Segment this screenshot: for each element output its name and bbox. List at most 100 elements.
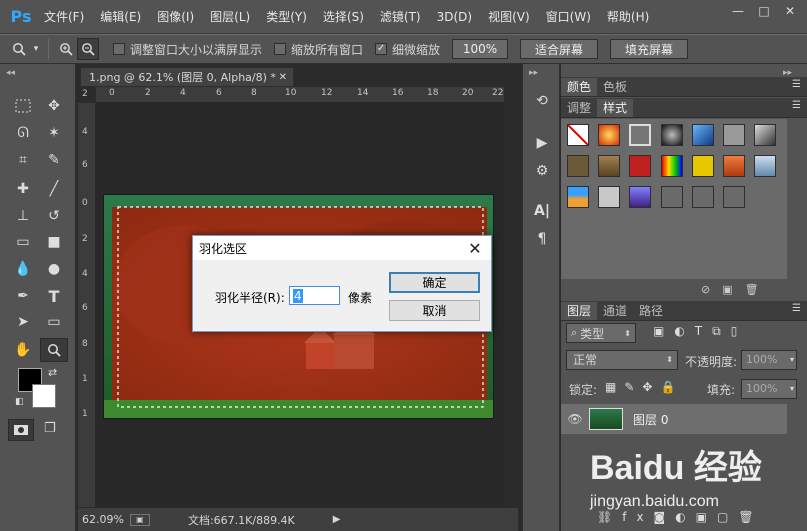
- paragraph-panel-icon[interactable]: ¶: [531, 228, 553, 250]
- menu-edit[interactable]: 编辑(E): [92, 0, 149, 34]
- layer-name[interactable]: 图层 0: [633, 411, 668, 428]
- status-menu-icon[interactable]: ▶: [333, 514, 341, 525]
- style-swatch[interactable]: [723, 155, 745, 177]
- close-icon[interactable]: ✕: [465, 238, 485, 258]
- menu-image[interactable]: 图像(I): [149, 0, 202, 34]
- scrubby-zoom-checkbox[interactable]: ✓ 细微缩放: [375, 41, 440, 58]
- magic-wand-tool-icon[interactable]: ✶: [40, 121, 68, 145]
- eyedropper-tool-icon[interactable]: ✎: [40, 148, 68, 172]
- default-colors-icon[interactable]: ◧: [15, 397, 24, 407]
- crop-tool-icon[interactable]: ⌗: [9, 148, 37, 172]
- style-swatch[interactable]: [598, 186, 620, 208]
- menu-help[interactable]: 帮助(H): [599, 0, 657, 34]
- history-brush-tool-icon[interactable]: ↺: [40, 204, 68, 228]
- zoom-out-icon[interactable]: [77, 38, 99, 60]
- feather-radius-input[interactable]: 4: [289, 286, 340, 305]
- document-tab[interactable]: 1.png @ 62.1% (图层 0, Alpha/8) * ✕: [80, 67, 294, 87]
- background-color-swatch[interactable]: [32, 384, 56, 408]
- zoom-level[interactable]: 62.09%: [82, 513, 124, 526]
- tab-swatches[interactable]: 色板: [597, 78, 633, 96]
- style-swatch[interactable]: [692, 124, 714, 146]
- cancel-button[interactable]: 取消: [389, 300, 480, 321]
- eye-icon[interactable]: 👁: [561, 412, 589, 426]
- chevron-down-icon[interactable]: ▾: [30, 38, 42, 60]
- style-none-swatch[interactable]: [567, 124, 589, 146]
- menu-view[interactable]: 视图(V): [480, 0, 538, 34]
- tab-layers[interactable]: 图层: [561, 302, 598, 320]
- menu-filter[interactable]: 滤镜(T): [372, 0, 429, 34]
- style-swatch[interactable]: [661, 155, 683, 177]
- fit-screen-button[interactable]: 适合屏幕: [520, 39, 599, 59]
- tab-paths[interactable]: 路径: [633, 302, 669, 320]
- hand-tool-icon[interactable]: ✋: [9, 338, 37, 362]
- move-tool-icon[interactable]: ✥: [40, 94, 68, 118]
- style-swatch[interactable]: [661, 124, 683, 146]
- opacity-input[interactable]: 100% ▾: [741, 350, 797, 370]
- maximize-button[interactable]: □: [751, 2, 777, 20]
- blur-tool-icon[interactable]: 💧: [9, 257, 37, 281]
- style-swatch[interactable]: [629, 155, 651, 177]
- properties-panel-icon[interactable]: ⚙: [531, 160, 553, 182]
- style-swatch[interactable]: [629, 186, 651, 208]
- style-swatch[interactable]: [567, 155, 589, 177]
- lasso-tool-icon[interactable]: ᘏ: [9, 121, 37, 145]
- menu-3d[interactable]: 3D(D): [429, 0, 480, 34]
- stamp-tool-icon[interactable]: ⊥: [9, 204, 37, 228]
- menu-type[interactable]: 类型(Y): [258, 0, 315, 34]
- quick-mask-icon[interactable]: [8, 419, 34, 441]
- pen-tool-icon[interactable]: ✒: [9, 284, 37, 308]
- ok-button[interactable]: 确定: [389, 272, 480, 293]
- character-panel-icon[interactable]: A|: [531, 200, 553, 222]
- style-swatch[interactable]: [567, 186, 589, 208]
- panel-menu-icon[interactable]: ☰: [792, 100, 801, 111]
- layer-filter-select[interactable]: ⌕ 类型 ⬍: [566, 323, 636, 343]
- path-selection-tool-icon[interactable]: ➤: [9, 310, 37, 334]
- panel-menu-icon[interactable]: ☰: [792, 303, 801, 314]
- checkbox-box[interactable]: [274, 43, 287, 55]
- swap-colors-icon[interactable]: ⇄: [48, 366, 57, 379]
- style-swatch[interactable]: [598, 155, 620, 177]
- style-swatch[interactable]: [598, 124, 620, 146]
- zoom-in-icon[interactable]: [55, 38, 77, 60]
- menu-window[interactable]: 窗口(W): [538, 0, 599, 34]
- tab-color[interactable]: 颜色: [561, 78, 598, 96]
- status-icon[interactable]: ▣: [129, 513, 150, 526]
- zoom-tool-icon[interactable]: [40, 338, 68, 362]
- tab-styles[interactable]: 样式: [597, 99, 634, 117]
- fill-input[interactable]: 100% ▾: [741, 379, 797, 399]
- lock-icons[interactable]: ▦✎✥🔒: [605, 380, 683, 394]
- marquee-tool-icon[interactable]: [9, 94, 37, 118]
- style-swatch[interactable]: [661, 186, 683, 208]
- style-swatch[interactable]: [692, 186, 714, 208]
- style-swatch[interactable]: [754, 124, 776, 146]
- zoom-tool-preset-icon[interactable]: [8, 38, 30, 60]
- tab-adjustments[interactable]: 调整: [561, 99, 597, 117]
- brush-tool-icon[interactable]: ╱: [40, 177, 68, 201]
- fill-screen-button[interactable]: 填充屏幕: [610, 39, 689, 59]
- resize-windows-checkbox[interactable]: 调整窗口大小以满屏显示: [113, 41, 262, 58]
- blend-mode-select[interactable]: 正常 ⬍: [566, 350, 678, 370]
- type-tool-icon[interactable]: T: [40, 284, 68, 308]
- tab-channels[interactable]: 通道: [597, 302, 633, 320]
- zoom-all-checkbox[interactable]: 缩放所有窗口: [274, 41, 363, 58]
- gradient-tool-icon[interactable]: ■: [40, 230, 68, 254]
- minimize-button[interactable]: —: [725, 2, 751, 20]
- eraser-tool-icon[interactable]: ▭: [9, 230, 37, 254]
- layer-filter-icons[interactable]: ▣◐T⧉▯: [653, 324, 747, 339]
- screen-mode-icon[interactable]: ❐: [44, 421, 56, 436]
- styles-footer-icons[interactable]: ⊘▣🗑: [701, 283, 771, 296]
- zoom-100-button[interactable]: 100%: [452, 39, 509, 59]
- checkbox-box[interactable]: [113, 43, 125, 55]
- close-button[interactable]: ✕: [777, 2, 803, 20]
- healing-brush-tool-icon[interactable]: ✚: [9, 177, 37, 201]
- menu-select[interactable]: 选择(S): [315, 0, 372, 34]
- layer-row[interactable]: 👁 图层 0: [561, 404, 787, 434]
- rectangle-tool-icon[interactable]: ▭: [40, 310, 68, 334]
- menu-layer[interactable]: 图层(L): [202, 0, 258, 34]
- history-panel-icon[interactable]: ⟲: [531, 90, 553, 112]
- style-swatch[interactable]: [692, 155, 714, 177]
- style-swatch[interactable]: [754, 155, 776, 177]
- style-swatch[interactable]: [723, 186, 745, 208]
- actions-panel-icon[interactable]: ▶: [531, 132, 553, 154]
- style-swatch[interactable]: [723, 124, 745, 146]
